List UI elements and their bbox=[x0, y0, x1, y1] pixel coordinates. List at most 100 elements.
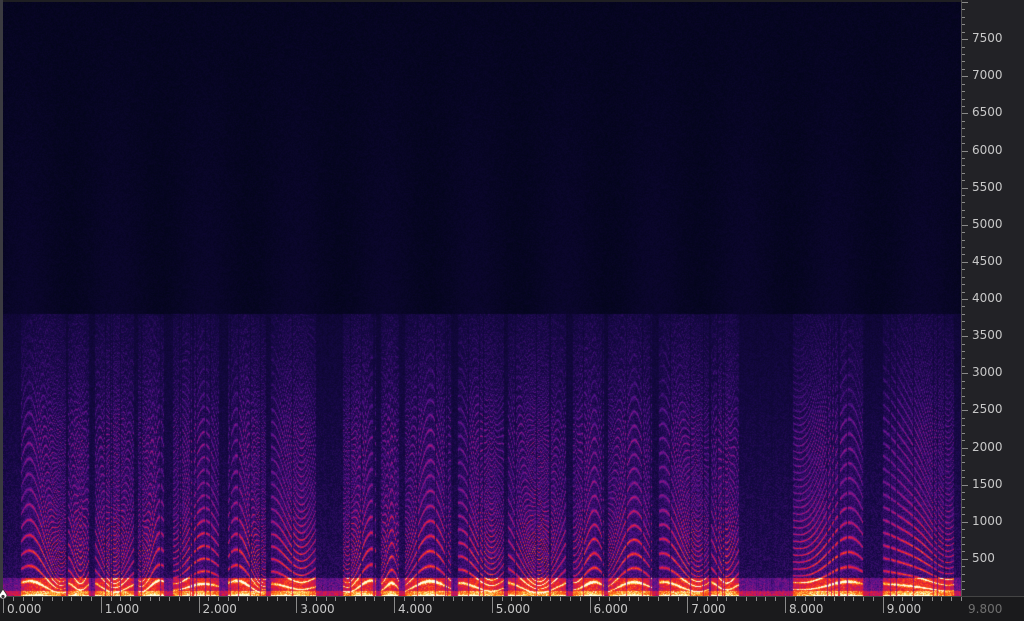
time-tick bbox=[276, 597, 278, 601]
time-tick bbox=[540, 597, 542, 601]
freq-tick bbox=[962, 143, 965, 145]
time-tick bbox=[657, 597, 659, 601]
time-tick bbox=[178, 597, 180, 601]
freq-tick bbox=[962, 388, 965, 390]
time-tick bbox=[618, 597, 620, 601]
freq-label: 5500 bbox=[972, 179, 1003, 194]
freq-tick bbox=[962, 16, 965, 18]
time-tick bbox=[941, 597, 943, 601]
time-tick bbox=[843, 597, 845, 601]
freq-tick bbox=[962, 180, 965, 182]
time-tick bbox=[394, 597, 396, 613]
freq-tick bbox=[962, 499, 965, 501]
freq-tick bbox=[962, 588, 965, 590]
freq-tick bbox=[962, 358, 965, 360]
freq-label: 3000 bbox=[972, 365, 1003, 380]
freq-tick bbox=[962, 150, 968, 152]
time-label: 7.000 bbox=[691, 602, 726, 616]
freq-label: 6000 bbox=[972, 142, 1003, 157]
time-axis[interactable]: 0.000 1.000 2.000 3.000 4.000 5.000 6.000 7.000… bbox=[0, 596, 1024, 621]
time-tick bbox=[442, 597, 444, 601]
time-tick bbox=[61, 597, 63, 601]
freq-tick bbox=[962, 529, 965, 531]
time-tick bbox=[560, 597, 562, 601]
freq-tick bbox=[962, 321, 965, 323]
time-end-label: 9.800 bbox=[968, 602, 1003, 616]
time-tick bbox=[921, 597, 923, 601]
time-tick bbox=[667, 597, 669, 601]
time-tick bbox=[227, 597, 229, 601]
freq-label: 7000 bbox=[972, 68, 1003, 83]
freq-tick bbox=[962, 373, 968, 375]
time-label: 2.000 bbox=[202, 602, 237, 616]
time-tick bbox=[413, 597, 415, 601]
freq-tick bbox=[962, 365, 965, 367]
freq-tick bbox=[962, 573, 965, 575]
time-tick bbox=[677, 597, 679, 601]
freq-tick bbox=[962, 336, 968, 338]
time-tick bbox=[833, 597, 835, 601]
time-tick bbox=[687, 597, 689, 613]
spectrogram-view: 7500 7000 6500 6000 5500 5000 4500 4000 3500 3000… bbox=[0, 0, 1024, 621]
time-tick bbox=[90, 597, 92, 601]
time-label: 9.000 bbox=[886, 602, 922, 616]
time-tick bbox=[208, 597, 210, 601]
time-label: 8.000 bbox=[789, 602, 824, 616]
freq-tick bbox=[962, 195, 965, 197]
freq-tick bbox=[962, 2, 968, 3]
time-tick bbox=[42, 597, 44, 601]
freq-tick bbox=[962, 521, 968, 523]
freq-tick bbox=[962, 105, 965, 107]
time-tick bbox=[257, 597, 259, 601]
freq-tick bbox=[962, 380, 965, 382]
freq-tick bbox=[962, 165, 965, 167]
freq-tick bbox=[962, 261, 968, 263]
spectrogram-canvas[interactable] bbox=[3, 2, 961, 596]
freq-tick bbox=[962, 128, 965, 130]
time-tick bbox=[188, 597, 190, 601]
time-tick bbox=[472, 597, 474, 601]
time-tick bbox=[755, 597, 757, 601]
freq-tick bbox=[962, 247, 965, 249]
time-tick bbox=[120, 597, 122, 601]
freq-tick bbox=[962, 536, 965, 538]
time-tick bbox=[931, 597, 933, 601]
freq-tick bbox=[962, 61, 965, 63]
freq-tick bbox=[962, 24, 965, 26]
time-tick bbox=[433, 597, 435, 601]
freq-tick bbox=[962, 135, 965, 137]
freq-label: 7500 bbox=[972, 31, 1003, 46]
freq-tick bbox=[962, 477, 965, 479]
time-tick bbox=[491, 597, 493, 613]
freq-label: 1500 bbox=[972, 476, 1003, 491]
freq-tick bbox=[962, 432, 965, 434]
time-tick bbox=[745, 597, 747, 601]
time-tick bbox=[775, 597, 777, 601]
time-tick bbox=[374, 597, 376, 601]
freq-tick bbox=[962, 454, 965, 456]
freq-tick bbox=[962, 9, 965, 11]
time-tick bbox=[237, 597, 239, 601]
time-tick bbox=[198, 597, 200, 613]
freq-tick bbox=[962, 566, 965, 568]
freq-tick bbox=[962, 343, 965, 345]
time-tick bbox=[247, 597, 249, 601]
freq-tick bbox=[962, 469, 965, 471]
freq-label: 3500 bbox=[972, 328, 1003, 343]
time-tick bbox=[530, 597, 532, 601]
freq-tick bbox=[962, 91, 965, 93]
freq-tick bbox=[962, 269, 965, 271]
freq-tick bbox=[962, 98, 965, 100]
playhead-marker-icon[interactable] bbox=[0, 589, 8, 601]
freq-tick bbox=[962, 68, 965, 70]
freq-tick bbox=[962, 284, 965, 286]
freq-tick bbox=[962, 291, 965, 293]
time-tick bbox=[266, 597, 268, 601]
time-tick bbox=[961, 597, 962, 601]
time-tick bbox=[315, 597, 317, 601]
freq-tick bbox=[962, 544, 965, 546]
freq-tick bbox=[962, 440, 965, 442]
time-tick bbox=[892, 597, 894, 601]
time-tick bbox=[853, 597, 855, 601]
freq-tick bbox=[962, 558, 968, 560]
